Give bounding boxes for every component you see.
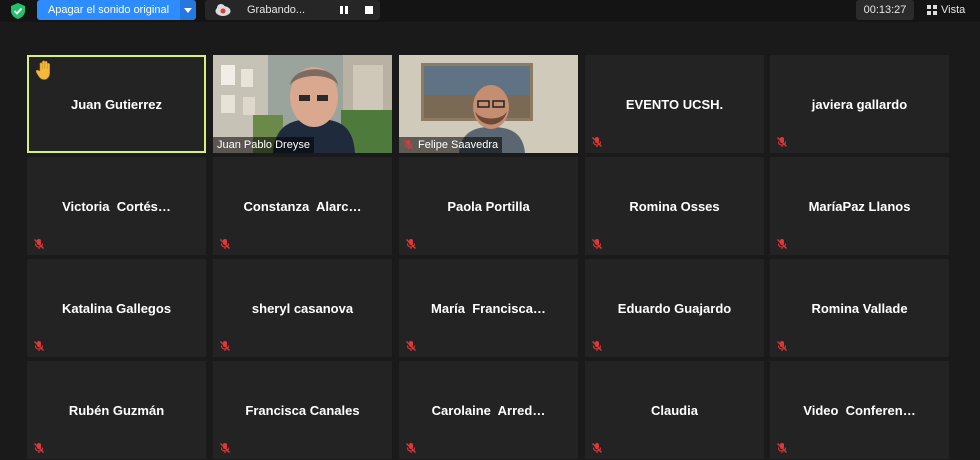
security-shield-icon[interactable] (9, 2, 27, 20)
participant-name: javiera gallardo (811, 96, 908, 112)
participant-tile[interactable]: Rubén Guzmán (27, 361, 206, 459)
participant-tile[interactable]: Carolaine Arred… (399, 361, 578, 459)
participant-name: Rubén Guzmán (68, 402, 165, 418)
participant-name: María Francisca… (431, 300, 546, 316)
meeting-top-bar: Apagar el sonido original Grabando... 00… (0, 0, 980, 22)
participant-tile[interactable]: Eduardo Guajardo (585, 259, 764, 357)
muted-mic-icon (592, 137, 602, 147)
participant-name: Francisca Canales (245, 402, 360, 418)
mute-original-sound-button[interactable]: Apagar el sonido original (37, 0, 180, 20)
muted-mic-icon (403, 139, 414, 150)
muted-mic-icon (220, 239, 230, 249)
participant-video-tile[interactable]: Juan Pablo Dreyse (213, 55, 392, 153)
participant-tile[interactable]: EVENTO UCSH. (585, 55, 764, 153)
participant-name: Juan Gutierrez (70, 96, 163, 112)
participant-tile[interactable]: MaríaPaz Llanos (770, 157, 949, 255)
participant-tile[interactable]: Katalina Gallegos (27, 259, 206, 357)
muted-mic-icon (592, 341, 602, 351)
muted-mic-icon (406, 341, 416, 351)
muted-mic-icon (406, 443, 416, 453)
participant-name: Paola Portilla (447, 198, 530, 214)
participant-name-caption: Juan Pablo Dreyse (213, 137, 314, 153)
participant-tile[interactable]: Romina Osses (585, 157, 764, 255)
participant-tile[interactable]: javiera gallardo (770, 55, 949, 153)
muted-mic-icon (777, 137, 787, 147)
chevron-down-icon (184, 7, 192, 13)
muted-mic-icon (592, 239, 602, 249)
meeting-timer: 00:13:27 (856, 0, 914, 20)
view-button[interactable]: Vista (922, 0, 978, 20)
participant-name: Claudia (651, 402, 698, 418)
participant-tile[interactable]: Victoria Cortés… (27, 157, 206, 255)
mute-options-dropdown[interactable] (180, 0, 196, 20)
view-label: Vista (941, 4, 966, 16)
participant-name-caption: Felipe Saavedra (399, 137, 503, 153)
participant-tile[interactable]: Francisca Canales (213, 361, 392, 459)
recording-label: Grabando... (247, 4, 306, 16)
participant-name: Video Conferen… (803, 402, 916, 418)
participant-video-tile[interactable]: Felipe Saavedra (399, 55, 578, 153)
participant-tile[interactable]: Paola Portilla (399, 157, 578, 255)
pause-recording-icon[interactable] (340, 6, 348, 14)
participant-tile[interactable]: Romina Vallade (770, 259, 949, 357)
participant-name: Romina Osses (629, 198, 720, 214)
participant-tile[interactable]: Constanza Alarc… (213, 157, 392, 255)
participant-name: Romina Vallade (811, 300, 908, 316)
muted-mic-icon (777, 341, 787, 351)
muted-mic-icon (406, 239, 416, 249)
muted-mic-icon (777, 239, 787, 249)
muted-mic-icon (777, 443, 787, 453)
muted-mic-icon (220, 443, 230, 453)
stop-recording-icon[interactable] (365, 6, 373, 14)
participant-name: Eduardo Guajardo (617, 300, 732, 316)
participant-name: Carolaine Arred… (431, 402, 546, 418)
recording-indicator: Grabando... (205, 0, 380, 20)
muted-mic-icon (34, 443, 44, 453)
participant-name: Victoria Cortés… (62, 198, 171, 214)
muted-mic-icon (592, 443, 602, 453)
muted-mic-icon (220, 341, 230, 351)
participant-name: sheryl casanova (251, 300, 354, 316)
grid-view-icon (927, 5, 937, 15)
participant-name: Constanza Alarc… (243, 198, 362, 214)
participant-name: Katalina Gallegos (61, 300, 172, 316)
cloud-record-icon (215, 4, 231, 16)
participant-name: MaríaPaz Llanos (808, 198, 911, 214)
participant-tile[interactable]: sheryl casanova (213, 259, 392, 357)
participant-tile[interactable]: Claudia (585, 361, 764, 459)
participant-name: EVENTO UCSH. (625, 96, 724, 112)
participant-tile[interactable]: María Francisca… (399, 259, 578, 357)
muted-mic-icon (34, 341, 44, 351)
participant-tile[interactable]: Video Conferen… (770, 361, 949, 459)
participant-tile[interactable]: Juan Gutierrez (27, 55, 206, 153)
muted-mic-icon (34, 239, 44, 249)
